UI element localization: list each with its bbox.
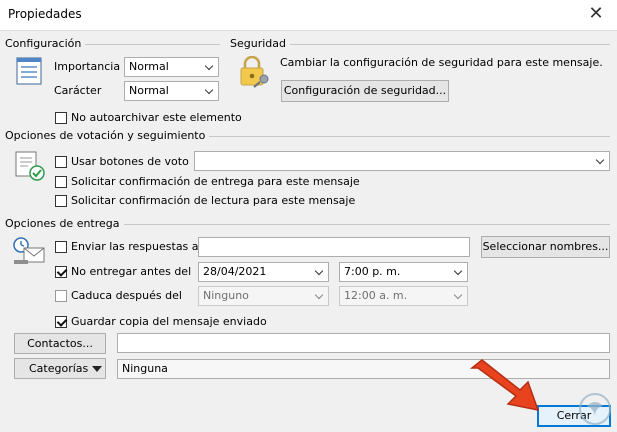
- chevron-down-icon: [201, 58, 218, 76]
- categories-button-label: Categorías: [29, 362, 89, 375]
- annotation-arrow-icon: [469, 359, 540, 411]
- lock-key-icon: [240, 56, 269, 88]
- divider: [288, 44, 610, 45]
- vote-buttons-select[interactable]: [194, 151, 610, 171]
- character-label: Carácter: [54, 84, 102, 97]
- chevron-down-icon: [311, 287, 328, 305]
- select-names-button[interactable]: Seleccionar nombres...: [481, 236, 610, 258]
- importance-value: Normal: [129, 60, 169, 73]
- expires-time-value: 12:00 a. m.: [344, 289, 408, 302]
- importance-select[interactable]: Normal: [124, 57, 219, 77]
- security-heading: Seguridad: [230, 37, 290, 50]
- expires-after-checkbox[interactable]: [55, 290, 67, 302]
- no-deliver-before-label: No entregar antes del: [71, 265, 192, 278]
- importance-label: Importancia: [54, 60, 121, 73]
- close-icon[interactable]: ✕: [585, 3, 607, 25]
- delivery-receipt-label: Solicitar confirmación de entrega para e…: [71, 175, 360, 188]
- read-receipt-label: Solicitar confirmación de lectura para e…: [71, 194, 356, 207]
- delivery-clock-envelope-icon: [13, 237, 45, 264]
- tracking-checklist-icon: [15, 151, 45, 181]
- read-receipt-checkbox[interactable]: [55, 195, 67, 207]
- dropdown-arrow-icon: [92, 366, 102, 372]
- watermark-logo-icon: [579, 393, 611, 425]
- character-value: Normal: [129, 84, 169, 97]
- no-autoarchive-checkbox[interactable]: [55, 112, 67, 124]
- no-deliver-date-value: 28/04/2021: [203, 265, 267, 278]
- settings-list-icon: [16, 57, 42, 85]
- character-select[interactable]: Normal: [124, 81, 219, 101]
- expires-after-label: Caduca después del: [71, 289, 182, 302]
- voting-heading: Opciones de votación y seguimiento: [5, 129, 210, 142]
- chevron-down-icon: [450, 287, 467, 305]
- no-deliver-date-picker[interactable]: 28/04/2021: [198, 262, 329, 282]
- title-bar: Propiedades ✕: [0, 0, 617, 31]
- security-description: Cambiar la configuración de seguridad pa…: [280, 56, 603, 69]
- no-autoarchive-label: No autoarchivar este elemento: [71, 111, 242, 124]
- save-copy-label: Guardar copia del mensaje enviado: [71, 315, 267, 328]
- divider: [118, 224, 610, 225]
- use-vote-buttons-label: Usar botones de voto: [71, 155, 189, 168]
- config-heading: Configuración: [5, 37, 86, 50]
- contacts-button[interactable]: Contactos...: [14, 333, 106, 354]
- delivery-heading: Opciones de entrega: [5, 217, 124, 230]
- use-vote-buttons-checkbox[interactable]: [55, 156, 67, 168]
- window-title: Propiedades: [8, 7, 82, 21]
- chevron-down-icon: [311, 263, 328, 281]
- security-settings-button[interactable]: Configuración de seguridad...: [281, 80, 449, 102]
- chevron-down-icon: [450, 263, 467, 281]
- categories-value: Ninguna: [122, 362, 168, 375]
- no-deliver-time-value: 7:00 p. m.: [344, 265, 401, 278]
- expires-time-select[interactable]: 12:00 a. m.: [339, 286, 468, 306]
- no-deliver-time-select[interactable]: 7:00 p. m.: [339, 262, 468, 282]
- send-replies-checkbox[interactable]: [55, 241, 67, 253]
- expires-date-picker[interactable]: Ninguno: [198, 286, 329, 306]
- delivery-receipt-checkbox[interactable]: [55, 176, 67, 188]
- save-copy-checkbox[interactable]: [55, 316, 67, 328]
- no-deliver-before-checkbox[interactable]: [55, 266, 67, 278]
- divider: [80, 44, 220, 45]
- send-replies-label: Enviar las respuestas a: [71, 240, 199, 253]
- send-replies-input[interactable]: [198, 237, 470, 257]
- divider: [200, 136, 610, 137]
- chevron-down-icon: [201, 82, 218, 100]
- categories-button[interactable]: Categorías: [14, 358, 106, 379]
- contacts-input[interactable]: [117, 333, 610, 353]
- chevron-down-icon: [592, 152, 609, 170]
- expires-date-value: Ninguno: [203, 289, 249, 302]
